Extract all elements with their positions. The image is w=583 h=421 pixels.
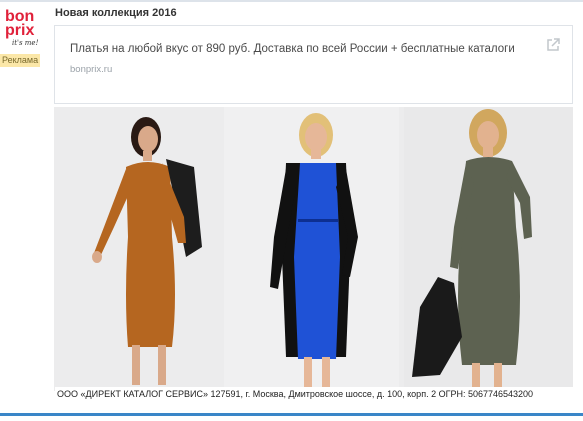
ad-headline[interactable]: Платья на любой вкус от 890 руб. Доставк… xyxy=(70,43,515,55)
ad-legal-footer: ООО «ДИРЕКТ КАТАЛОГ СЕРВИС» 127591, г. М… xyxy=(55,387,573,402)
external-link-icon[interactable] xyxy=(546,38,560,52)
ad-image[interactable] xyxy=(54,107,573,391)
ad-link-card[interactable]: Платья на любой вкус от 890 руб. Доставк… xyxy=(54,25,573,104)
bonprix-logo[interactable]: bon prix it's me! xyxy=(3,6,47,50)
bottom-divider xyxy=(0,413,583,416)
svg-text:prix: prix xyxy=(5,22,34,39)
ad-title[interactable]: Новая коллекция 2016 xyxy=(55,7,177,19)
svg-text:it's me!: it's me! xyxy=(12,39,39,47)
ad-badge: Реклама xyxy=(0,54,41,67)
top-divider xyxy=(0,0,583,2)
ad-domain[interactable]: bonprix.ru xyxy=(70,64,112,75)
